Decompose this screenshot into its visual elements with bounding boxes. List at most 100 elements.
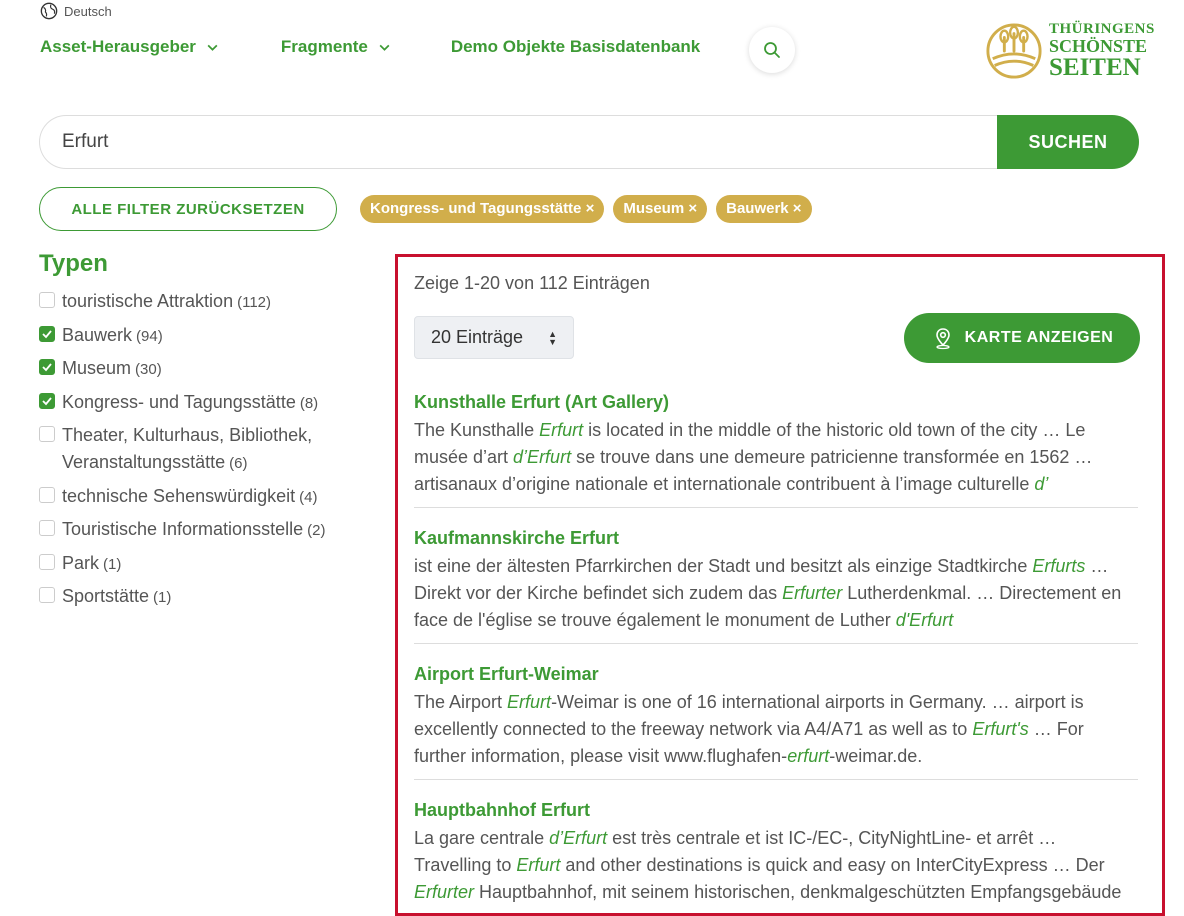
type-label: Bauwerk (94) bbox=[62, 322, 163, 350]
active-filter-chips: Kongress- und Tagungsstätte × Museum × B… bbox=[360, 195, 812, 223]
filter-chip-kongress[interactable]: Kongress- und Tagungsstätte × bbox=[360, 195, 605, 223]
search-highlight: Erfurt bbox=[539, 420, 584, 440]
show-map-label: KARTE ANZEIGEN bbox=[964, 329, 1114, 346]
search-input[interactable] bbox=[39, 115, 997, 169]
page-size-select[interactable]: 20 Einträge ▲ ▼ bbox=[414, 316, 574, 359]
page-size-value: 20 Einträge bbox=[431, 327, 524, 347]
result-divider bbox=[414, 507, 1138, 508]
checkbox[interactable] bbox=[39, 520, 55, 536]
type-label: Touristische Informationsstelle (2) bbox=[62, 516, 325, 544]
select-arrows-icon: ▲ ▼ bbox=[548, 328, 557, 347]
type-label: touristische Attraktion (112) bbox=[62, 288, 271, 316]
types-heading: Typen bbox=[39, 250, 108, 277]
type-count: (30) bbox=[135, 361, 162, 378]
checkbox[interactable] bbox=[39, 392, 55, 409]
checkbox[interactable] bbox=[39, 292, 55, 308]
result-item: Hauptbahnhof Erfurt La gare centrale d’E… bbox=[414, 799, 1138, 906]
show-map-button[interactable]: KARTE ANZEIGEN bbox=[904, 313, 1140, 363]
checkmark-icon bbox=[42, 329, 52, 338]
type-count: (4) bbox=[299, 488, 318, 506]
checkmark-icon bbox=[42, 363, 52, 372]
search-submit-button[interactable]: SUCHEN bbox=[997, 115, 1139, 169]
type-name: technische Sehenswürdigkeit bbox=[62, 485, 296, 506]
checkbox[interactable] bbox=[39, 587, 55, 603]
snippet-text: ist eine der ältesten Pfarrkirchen der S… bbox=[414, 556, 1033, 576]
result-title[interactable]: Kaufmannskirche Erfurt bbox=[414, 527, 1138, 549]
nav-item-demo-objekte[interactable]: Demo Objekte Basisdatenbank bbox=[451, 37, 700, 57]
search-highlight: Erfurter bbox=[414, 882, 475, 902]
type-name: Sportstätte bbox=[62, 586, 150, 606]
type-filter-item[interactable]: Theater, Kulturhaus, Bibliothek, Veranst… bbox=[39, 422, 359, 477]
result-title[interactable]: Hauptbahnhof Erfurt bbox=[414, 799, 1138, 821]
snippet-text: La gare centrale bbox=[414, 828, 550, 848]
search-icon bbox=[764, 42, 780, 58]
type-filter-item[interactable]: Touristische Informationsstelle (2) bbox=[39, 516, 359, 544]
nav-item-asset-herausgeber[interactable]: Asset-Herausgeber bbox=[40, 37, 219, 57]
chevron-down-icon bbox=[379, 44, 390, 51]
type-name: Kongress- und Tagungsstätte bbox=[62, 391, 296, 412]
nav-label: Fragmente bbox=[280, 37, 368, 56]
main-nav: Asset-Herausgeber Fragmente Demo Objekte… bbox=[40, 37, 700, 57]
search-highlight: Erfurts bbox=[1032, 556, 1086, 576]
search-bar: SUCHEN bbox=[39, 115, 1139, 169]
checkbox[interactable] bbox=[39, 359, 55, 375]
type-name: touristische Attraktion bbox=[62, 291, 234, 311]
snippet-text: -weimar.de. bbox=[829, 746, 923, 766]
snippet-text: and other destinations is quick and easy… bbox=[560, 855, 1105, 875]
type-name: Theater, Kulturhaus, Bibliothek, Veranst… bbox=[62, 425, 313, 472]
type-filter-item[interactable]: Sportstätte (1) bbox=[39, 583, 359, 611]
type-count: (112) bbox=[237, 294, 271, 311]
type-filter-item[interactable]: Museum (30) bbox=[39, 355, 359, 383]
result-title[interactable]: Airport Erfurt-Weimar bbox=[414, 663, 1138, 685]
checkbox[interactable] bbox=[39, 325, 55, 342]
checkbox[interactable] bbox=[39, 553, 55, 570]
header-search-button[interactable] bbox=[749, 27, 795, 73]
globe-icon bbox=[40, 2, 58, 20]
language-label: Deutsch bbox=[64, 3, 112, 19]
results-summary: Zeige 1-20 von 112 Einträgen bbox=[414, 273, 650, 293]
type-label: Park (1) bbox=[62, 550, 121, 578]
checkmark-icon bbox=[42, 396, 52, 405]
type-label: Theater, Kulturhaus, Bibliothek, Veranst… bbox=[62, 422, 359, 477]
search-highlight: Erfurt bbox=[516, 855, 561, 875]
type-name: Bauwerk bbox=[62, 324, 133, 345]
checkbox[interactable] bbox=[39, 486, 55, 503]
snippet-text: Hauptbahnhof, mit seinem historischen, d… bbox=[474, 882, 1122, 902]
checkbox[interactable] bbox=[39, 426, 55, 442]
search-highlight: Erfurt bbox=[507, 692, 552, 712]
language-switcher[interactable]: Deutsch bbox=[40, 2, 112, 20]
type-label: technische Sehenswürdigkeit (4) bbox=[62, 483, 317, 511]
type-filter-item[interactable]: technische Sehenswürdigkeit (4) bbox=[39, 483, 359, 511]
filter-chip-museum[interactable]: Museum × bbox=[613, 195, 708, 223]
result-divider bbox=[414, 779, 1138, 780]
type-filter-item[interactable]: Park (1) bbox=[39, 550, 359, 578]
type-name: Touristische Informationsstelle bbox=[62, 519, 304, 539]
filter-chip-bauwerk[interactable]: Bauwerk × bbox=[716, 195, 812, 223]
search-highlight: erfurt bbox=[787, 746, 830, 766]
search-highlight: Erfurter bbox=[782, 583, 843, 603]
nav-item-fragmente[interactable]: Fragmente bbox=[281, 37, 391, 57]
logo-line: SCHÖNSTE bbox=[1049, 36, 1148, 56]
search-highlight: d'Erfurt bbox=[895, 610, 954, 630]
type-filter-item[interactable]: Kongress- und Tagungsstätte (8) bbox=[39, 389, 359, 417]
result-item: Kaufmannskirche Erfurt ist eine der älte… bbox=[414, 527, 1138, 634]
type-count: (1) bbox=[153, 589, 172, 606]
logo-wordmark: THÜRINGENS SCHÖNSTE SEITEN bbox=[1049, 22, 1155, 81]
result-title[interactable]: Kunsthalle Erfurt (Art Gallery) bbox=[414, 391, 1138, 413]
types-filter-list: touristische Attraktion (112) Bauwerk (94)… bbox=[39, 288, 359, 617]
type-filter-item[interactable]: Bauwerk (94) bbox=[39, 322, 359, 350]
logo-emblem-icon bbox=[986, 23, 1042, 79]
type-label: Sportstätte (1) bbox=[62, 583, 171, 611]
result-snippet: La gare centrale d’Erfurt est très centr… bbox=[414, 825, 1138, 906]
reset-filters-button[interactable]: ALLE FILTER ZURÜCKSETZEN bbox=[39, 187, 337, 231]
type-count: (1) bbox=[103, 555, 122, 573]
site-logo[interactable]: THÜRINGENS SCHÖNSTE SEITEN bbox=[985, 22, 1155, 80]
chevron-down-icon bbox=[207, 44, 218, 51]
result-snippet: The Airport Erfurt-Weimar is one of 16 i… bbox=[414, 689, 1138, 770]
type-count: (8) bbox=[299, 394, 319, 412]
search-highlight: d’ bbox=[1034, 474, 1049, 494]
snippet-text: The Kunsthalle bbox=[414, 420, 540, 440]
nav-label: Demo Objekte Basisdatenbank bbox=[450, 37, 701, 56]
type-filter-item[interactable]: touristische Attraktion (112) bbox=[39, 288, 359, 316]
result-divider bbox=[414, 643, 1138, 644]
